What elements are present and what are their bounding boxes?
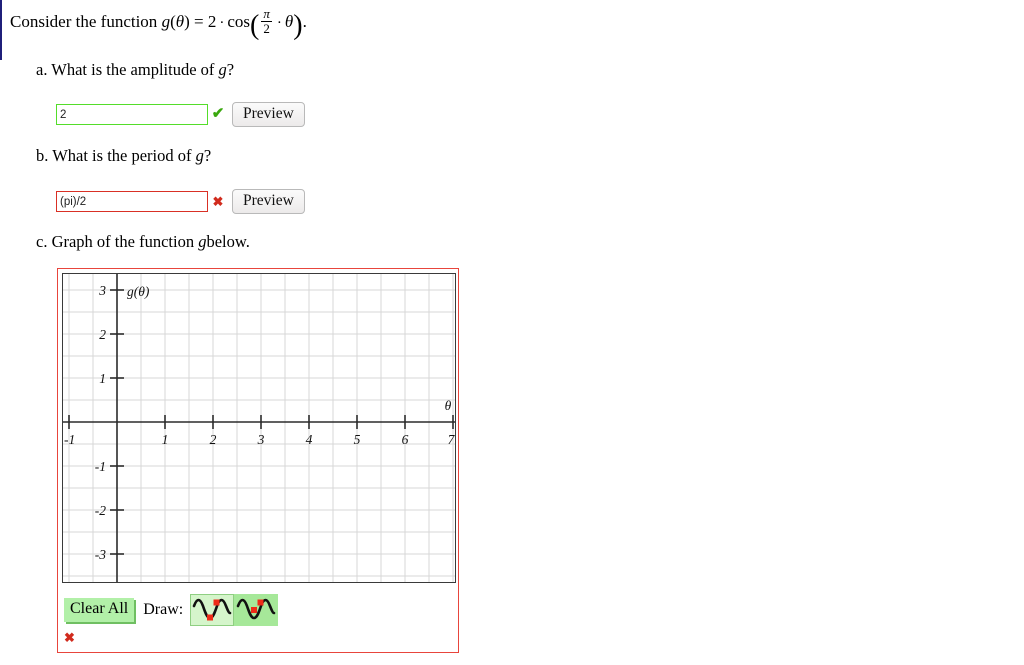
close-paren: ) (293, 10, 303, 42)
fraction-numerator: π (263, 6, 270, 21)
graph-incorrect-cross-icon: ✖ (64, 630, 75, 645)
correct-check-icon: ✔ (211, 106, 225, 122)
page-left-rule (0, 0, 2, 60)
question-c-body: Graph of the function (51, 232, 195, 251)
clear-all-button[interactable]: Clear All (64, 598, 135, 622)
x-tick-label-4: 4 (306, 432, 313, 447)
fraction-denominator: 2 (261, 20, 272, 36)
x-tick-label-7: 7 (448, 432, 455, 447)
graph-toolbar: Clear All Draw: (64, 593, 279, 627)
sinusoid-tool-min-button[interactable] (190, 594, 235, 626)
x-tick-label-2: 2 (210, 432, 217, 447)
draw-label: Draw: (143, 601, 184, 618)
x-tick-label--1: -1 (64, 432, 75, 447)
inner-variable: θ (284, 12, 294, 32)
x-tick-label-5: 5 (354, 432, 361, 447)
pi-over-two-fraction: π2 (261, 7, 272, 35)
question-a-body: What is the amplitude of (51, 60, 215, 79)
sentence-period: . (302, 12, 307, 32)
sinusoid-min-icon (192, 598, 232, 621)
preview-button-a[interactable]: Preview (232, 102, 305, 127)
question-a-text: a. What is the amplitude of g? (36, 60, 234, 80)
y-tick-label-2: 2 (99, 327, 106, 342)
question-a-marker: a. (36, 60, 48, 79)
function-name: g (161, 12, 171, 32)
y-tick-label--3: -3 (95, 547, 106, 562)
y-tick-label-1: 1 (99, 371, 106, 386)
sinusoid-max-icon (236, 598, 276, 620)
graph-widget: -1 1 2 3 4 5 6 7 3 2 1 -1 -2 -3 g(θ) θ C… (57, 268, 459, 653)
question-a-suffix: ? (226, 60, 235, 79)
open-paren: ( (250, 10, 260, 42)
question-c-suffix: below. (206, 232, 250, 251)
prompt-lead: Consider the function (10, 12, 158, 32)
question-b-variable: g (195, 146, 204, 165)
x-tick-label-1: 1 (162, 432, 169, 447)
question-b-body: What is the period of (52, 146, 192, 165)
question-b-text: b. What is the period of g? (36, 146, 211, 166)
preview-button-b[interactable]: Preview (232, 189, 305, 214)
y-axis-title: g(θ) (127, 284, 150, 299)
question-a-variable: g (218, 60, 227, 79)
x-axis-title: θ (445, 398, 452, 413)
y-tick-label--1: -1 (95, 459, 106, 474)
x-tick-label-3: 3 (257, 432, 265, 447)
multiplication-dot: · (219, 15, 225, 32)
function-argument: θ (175, 12, 185, 32)
cosine-operator: cos (227, 12, 251, 32)
problem-statement: Consider the function g(θ) = 2 · cos(π 2 · θ)… (10, 6, 307, 42)
graph-svg: -1 1 2 3 4 5 6 7 3 2 1 -1 -2 -3 g(θ) θ (63, 274, 455, 582)
question-c-text: c. Graph of the function gbelow. (36, 232, 250, 252)
x-tick-label-6: 6 (402, 432, 409, 447)
period-input[interactable] (56, 191, 208, 212)
question-b-marker: b. (36, 146, 49, 165)
incorrect-cross-icon: ✖ (212, 194, 224, 209)
question-b-suffix: ? (203, 146, 212, 165)
amplitude-input[interactable] (56, 104, 208, 125)
graph-canvas[interactable]: -1 1 2 3 4 5 6 7 3 2 1 -1 -2 -3 g(θ) θ (62, 273, 456, 583)
answer-row-a: ✔ Preview (56, 102, 305, 127)
y-tick-label-3: 3 (98, 283, 106, 298)
equals-sign: = (194, 12, 204, 32)
answer-row-b: ✖ Preview (56, 189, 305, 214)
sinusoid-tool-max-button[interactable] (234, 594, 279, 626)
y-tick-label--2: -2 (95, 503, 106, 518)
inner-multiplication-dot: · (276, 15, 282, 32)
question-c-marker: c. (36, 232, 48, 251)
